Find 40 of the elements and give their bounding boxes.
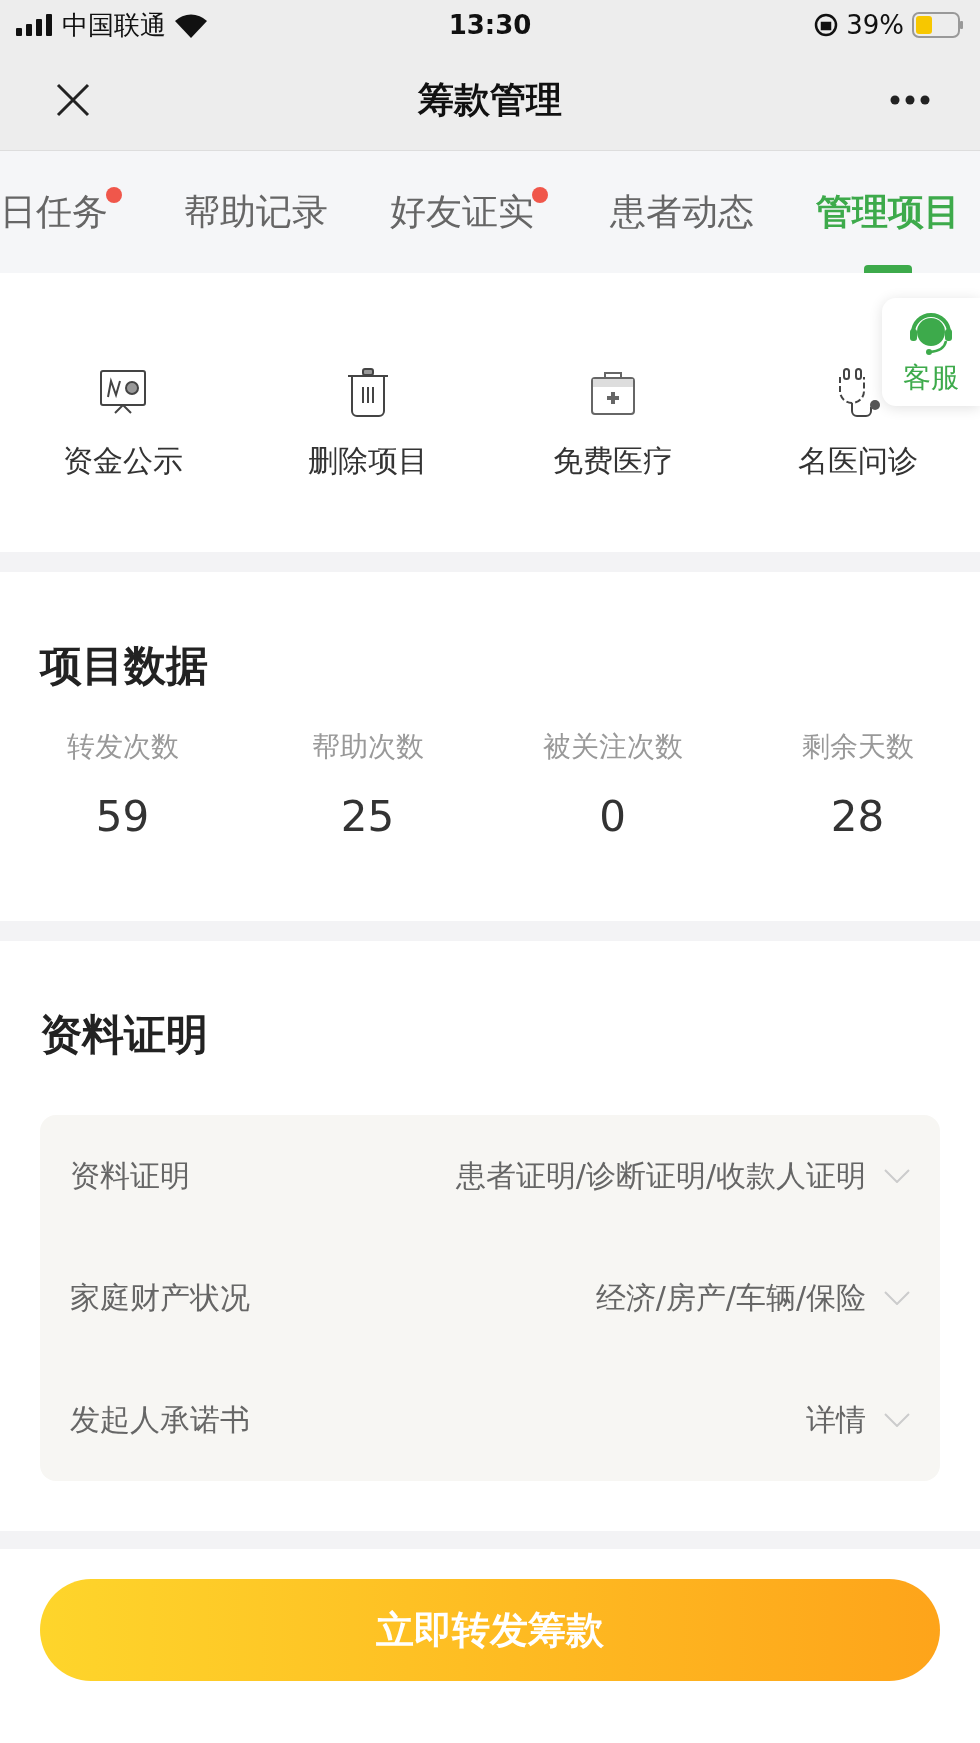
page-title: 筹款管理: [418, 77, 562, 122]
close-icon[interactable]: [56, 83, 90, 117]
stat-label: 被关注次数: [542, 729, 683, 765]
stat-label: 剩余天数: [801, 729, 914, 765]
row-value[interactable]: 详情: [806, 1399, 866, 1441]
section-title: 项目数据: [38, 640, 209, 692]
row-label: 发起人承诺书: [70, 1400, 250, 1439]
tab[interactable]: 患者动态: [610, 151, 754, 273]
tab-indicator: [864, 265, 912, 273]
signal-icon: [16, 14, 54, 36]
row-value[interactable]: 经济/房产/车辆/保险: [595, 1277, 866, 1319]
row-label: 家庭财产状况: [70, 1278, 250, 1317]
chevron-down-icon[interactable]: [884, 1291, 910, 1305]
tab[interactable]: 帮助记录: [184, 151, 328, 273]
stat-value: 28: [830, 792, 885, 841]
chevron-down-icon[interactable]: [884, 1413, 910, 1427]
more-icon[interactable]: [890, 95, 930, 105]
row-label: 资料证明: [70, 1156, 190, 1195]
stat-value: 0: [599, 792, 626, 841]
tab[interactable]: 管理项目: [816, 151, 960, 273]
battery-icon: [912, 12, 964, 38]
tool-label[interactable]: 免费医疗: [552, 441, 673, 482]
stat-label: 帮助次数: [311, 729, 424, 765]
customer-service-button[interactable]: 客服: [882, 298, 980, 406]
tool-label[interactable]: 名医问诊: [797, 441, 918, 482]
tab[interactable]: 好友证实: [390, 151, 548, 273]
battery-percent: 39%: [846, 10, 904, 40]
carrier-name: 中国联通: [62, 8, 166, 42]
stat-value: 59: [95, 792, 150, 841]
row-value[interactable]: 患者证明/诊断证明/收款人证明: [455, 1155, 866, 1197]
stat-value: 25: [340, 792, 395, 841]
stat-label: 转发次数: [66, 729, 179, 765]
wifi-icon: [174, 12, 208, 38]
tool-label[interactable]: 资金公示: [62, 441, 183, 482]
section-title: 资料证明: [39, 1009, 209, 1061]
tab[interactable]: 日任务: [0, 151, 122, 273]
clock-time: 13:30: [448, 10, 532, 40]
tool-label[interactable]: 删除项目: [307, 441, 428, 482]
chevron-down-icon[interactable]: [884, 1169, 910, 1183]
rotation-lock-icon: [814, 13, 839, 37]
